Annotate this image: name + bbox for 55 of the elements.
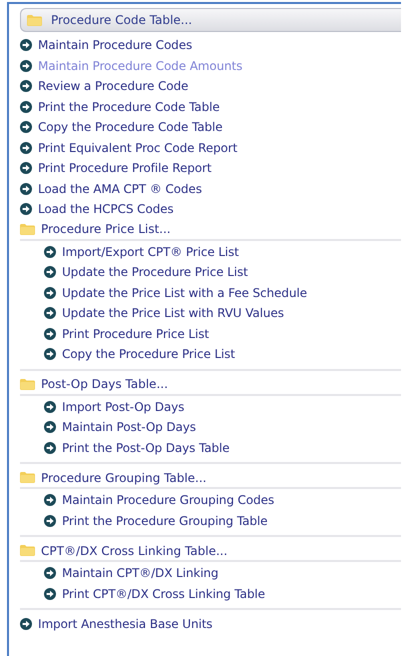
menu-link[interactable]: Print the Procedure Grouping Table — [62, 514, 268, 528]
arrow-icon — [20, 182, 32, 195]
menu-link[interactable]: Print CPT®/DX Cross Linking Table — [62, 586, 266, 601]
menu-link[interactable]: Copy the Procedure Code Table — [38, 120, 223, 134]
menu-link[interactable]: Print Equivalent Proc Code Report — [38, 140, 238, 155]
arrow-icon — [44, 442, 56, 454]
arrow-icon — [44, 246, 56, 258]
group-heading[interactable]: Post-Op Days Table... — [41, 377, 168, 391]
arrow-icon — [44, 266, 56, 278]
menu-link[interactable]: Maintain Post-Op Days — [62, 420, 196, 434]
arrow-icon — [20, 80, 32, 92]
arrow-icon — [20, 60, 32, 72]
group-heading[interactable]: CPT®/DX Cross Linking Table... — [41, 544, 228, 558]
folder-icon — [20, 224, 35, 234]
arrow-icon — [44, 400, 56, 413]
arrow-icon — [44, 494, 56, 506]
menu-link[interactable]: Load the HCPCS Codes — [38, 202, 174, 216]
menu-link[interactable]: Import Anesthesia Base Units — [38, 617, 212, 632]
menu-link[interactable]: Review a Procedure Code — [38, 79, 188, 94]
arrow-icon — [44, 421, 56, 434]
menu-link[interactable]: Import/Export CPT® Price List — [62, 244, 239, 259]
arrow-icon — [44, 328, 56, 340]
group-heading[interactable]: Procedure Grouping Table... — [41, 470, 206, 484]
menu-link[interactable]: Print the Procedure Code Table — [38, 100, 220, 114]
arrow-icon — [44, 588, 56, 600]
arrow-icon — [20, 618, 32, 630]
menu-link[interactable]: Update the Price List with a Fee Schedule — [62, 286, 307, 300]
menu-link[interactable]: Print Procedure Profile Report — [38, 161, 212, 176]
menu-link[interactable]: Update the Price List with RVU Values — [62, 306, 284, 320]
arrow-icon — [44, 514, 56, 527]
menu-link[interactable]: Print Procedure Price List — [62, 326, 209, 341]
menu-header[interactable]: Procedure Code Table... — [20, 8, 401, 32]
menu-link[interactable]: Print the Post-Op Days Table — [62, 440, 230, 455]
folder-icon — [20, 378, 35, 390]
arrow-icon — [20, 39, 32, 52]
menu-link[interactable]: Load the AMA CPT ® Codes — [38, 182, 202, 196]
arrow-icon — [20, 162, 32, 174]
menu-link[interactable]: Maintain Procedure Grouping Codes — [62, 493, 274, 508]
folder-icon — [20, 472, 35, 483]
arrow-icon — [20, 100, 32, 113]
arrow-icon — [44, 567, 56, 580]
menu-link[interactable]: Update the Procedure Price List — [62, 265, 248, 280]
arrow-icon — [44, 307, 56, 320]
arrow-icon — [20, 203, 32, 216]
folder-icon — [27, 14, 42, 26]
arrow-icon — [44, 286, 56, 299]
folder-icon — [20, 545, 35, 556]
arrow-icon — [44, 348, 56, 360]
arrow-icon — [20, 121, 32, 134]
menu-link[interactable]: Maintain CPT®/DX Linking — [62, 566, 218, 580]
group-heading[interactable]: Procedure Price List... — [41, 222, 171, 236]
menu-link[interactable]: Copy the Procedure Price List — [62, 347, 236, 362]
menu-link[interactable]: Maintain Procedure Codes — [38, 38, 192, 52]
menu-link[interactable]: Import Post-Op Days — [62, 400, 184, 414]
arrow-icon — [20, 142, 32, 154]
